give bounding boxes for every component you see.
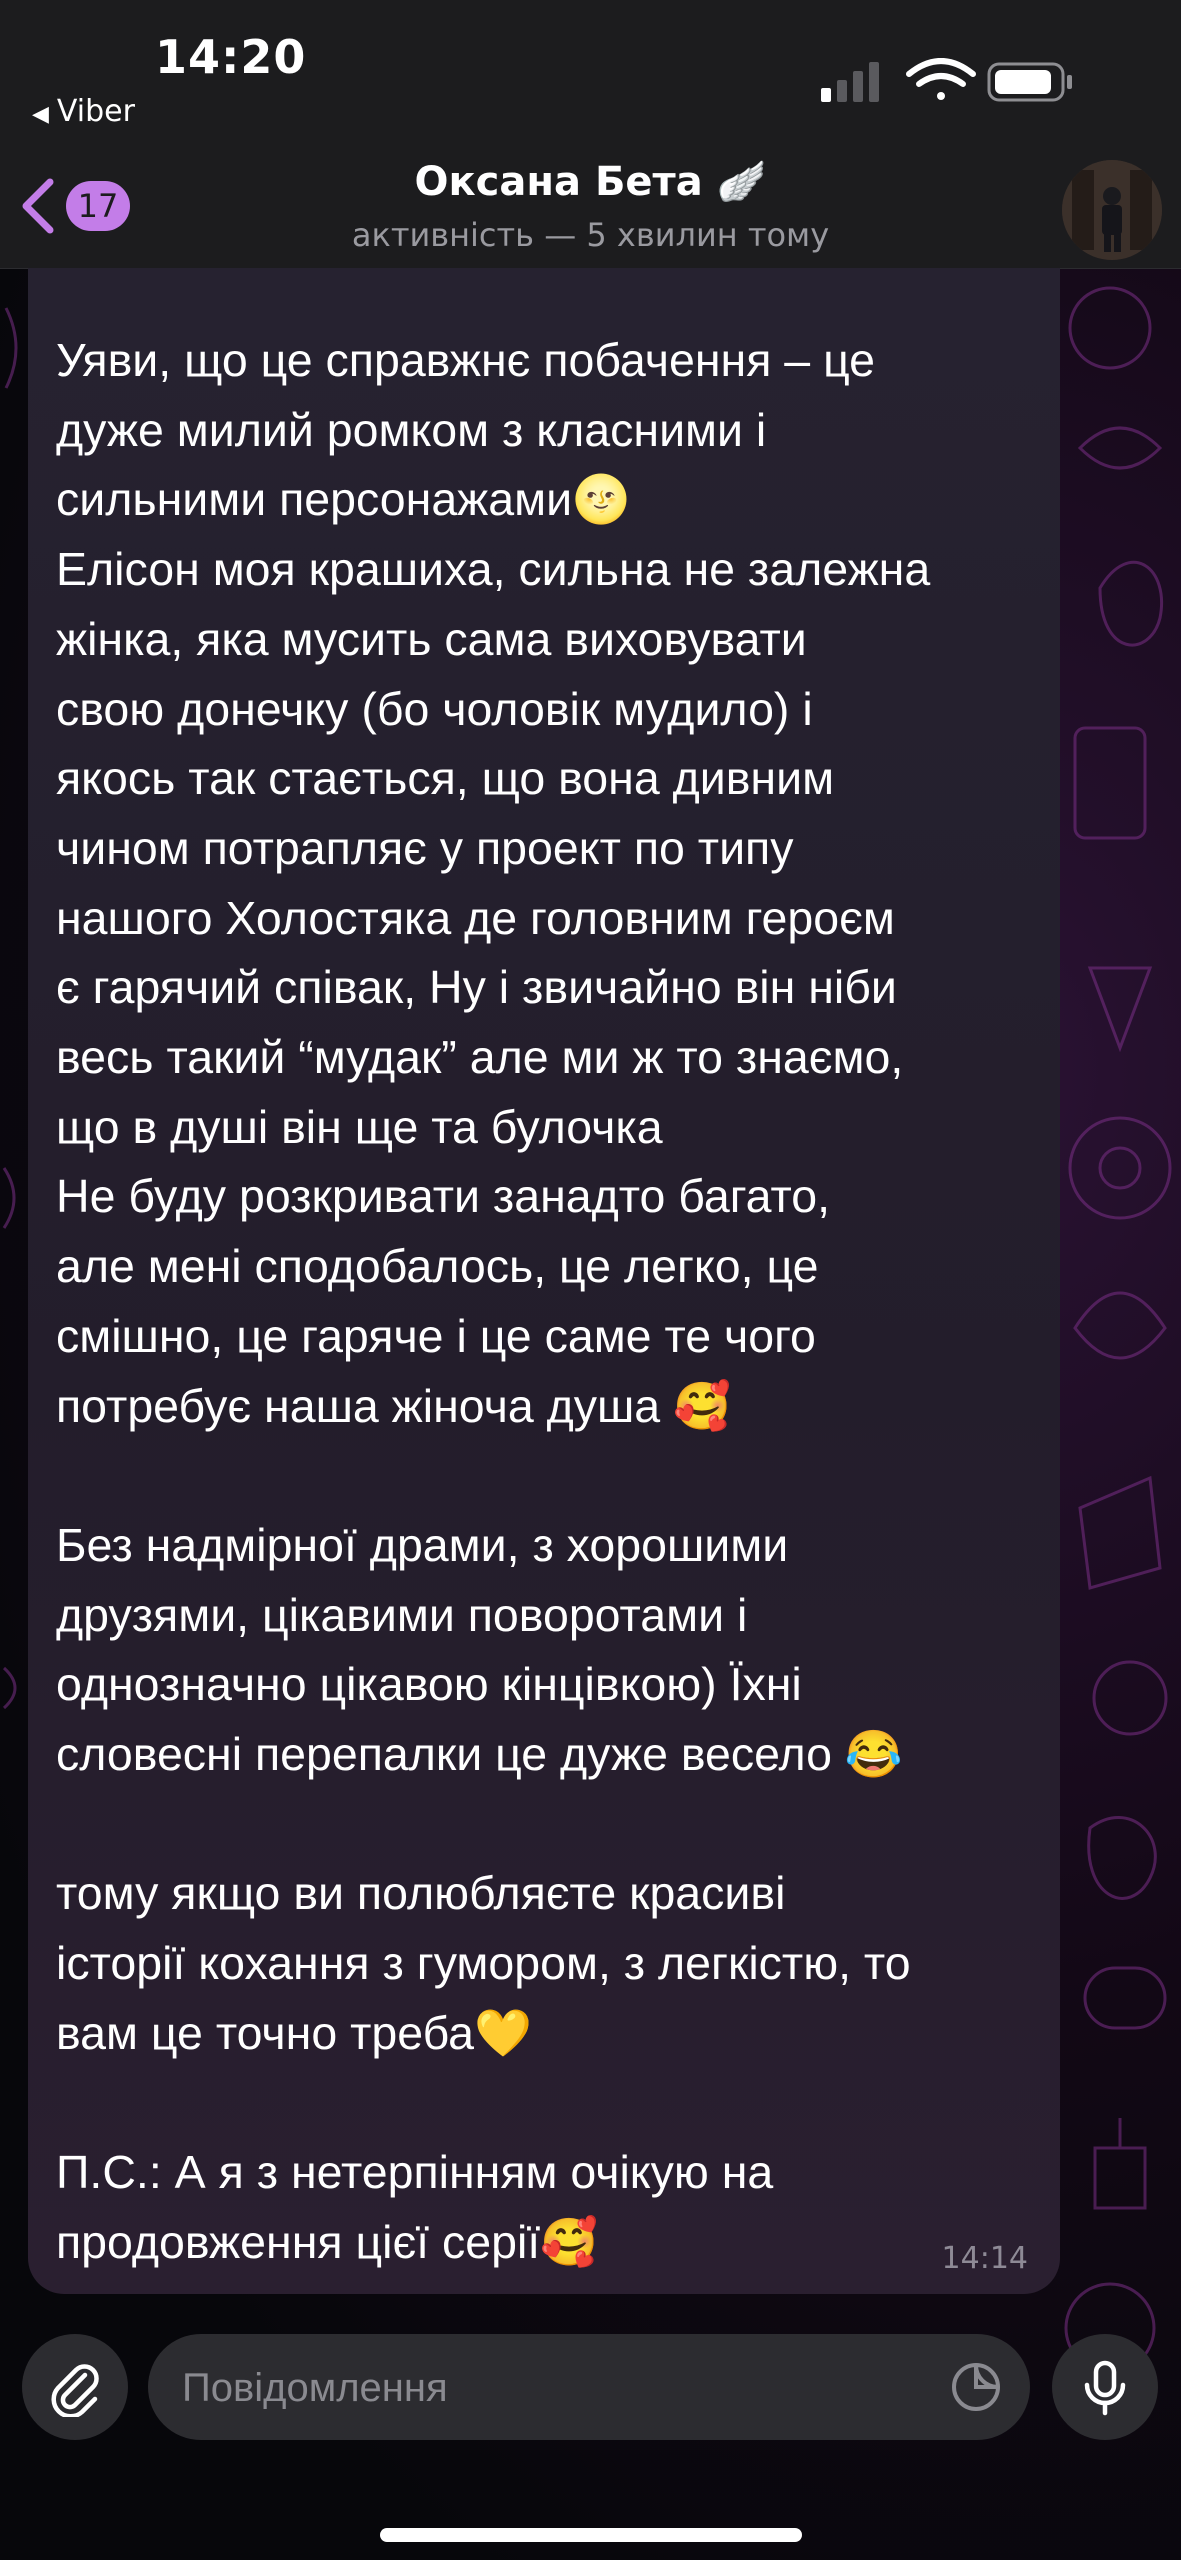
message-input-field[interactable] bbox=[148, 2334, 1030, 2442]
microphone-icon bbox=[1084, 2360, 1126, 2416]
battery-icon bbox=[987, 62, 1072, 102]
message-time: 14:14 bbox=[941, 2241, 1028, 2276]
avatar-photo bbox=[1062, 160, 1162, 260]
back-app-label: Viber bbox=[56, 94, 135, 129]
unread-badge: 17 bbox=[66, 181, 130, 231]
back-to-app-link[interactable]: ◀ Viber bbox=[32, 94, 135, 129]
sticker-icon[interactable] bbox=[950, 2361, 1002, 2413]
back-button[interactable]: 17 bbox=[18, 174, 148, 238]
paperclip-icon bbox=[51, 2364, 99, 2417]
chat-title[interactable]: Оксана Бета 🪽 bbox=[0, 158, 1181, 205]
message-input[interactable] bbox=[180, 2334, 884, 2442]
chevron-left-icon bbox=[22, 178, 54, 234]
screen: 14:20 ◀ Viber Оксана Бета 🪽 активність —… bbox=[0, 0, 1181, 2560]
home-indicator[interactable] bbox=[380, 2528, 802, 2542]
message-text: Уяви, що це справжнє побачення – це дуже… bbox=[56, 334, 931, 2268]
chat-subtitle: активність — 5 хвилин тому bbox=[351, 216, 830, 254]
message-bubble[interactable]: Уяви, що це справжнє побачення – це дуже… bbox=[28, 268, 1060, 2294]
signal-icon bbox=[821, 62, 879, 102]
voice-message-button[interactable] bbox=[1052, 2334, 1158, 2440]
clock: 14:20 bbox=[155, 30, 307, 84]
attach-button[interactable] bbox=[22, 2334, 128, 2440]
status-bar: 14:20 ◀ Viber bbox=[0, 0, 1181, 140]
input-bar bbox=[0, 2306, 1181, 2560]
wifi-icon bbox=[906, 58, 976, 100]
back-triangle-icon: ◀ bbox=[32, 102, 49, 127]
avatar[interactable] bbox=[1062, 160, 1162, 260]
chat-header: Оксана Бета 🪽 активність — 5 хвилин тому… bbox=[0, 140, 1181, 269]
status-icons bbox=[821, 58, 1072, 102]
